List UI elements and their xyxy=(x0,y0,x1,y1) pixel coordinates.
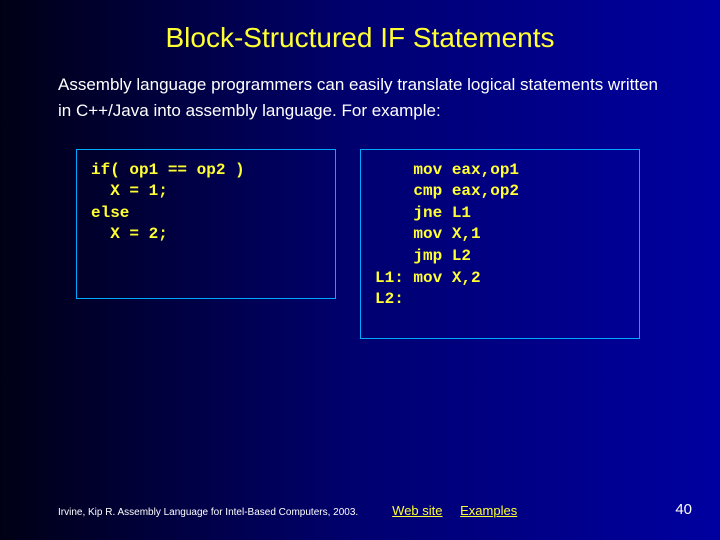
slide-title: Block-Structured IF Statements xyxy=(0,0,720,72)
code-box-highlevel: if( op1 == op2 ) X = 1; else X = 2; xyxy=(76,149,336,299)
footer-links: Web site Examples xyxy=(358,503,517,518)
body-paragraph: Assembly language programmers can easily… xyxy=(0,72,720,125)
footer: Irvine, Kip R. Assembly Language for Int… xyxy=(0,503,720,518)
link-examples[interactable]: Examples xyxy=(460,503,517,518)
page-number: 40 xyxy=(675,501,692,518)
code-box-assembly: mov eax,op1 cmp eax,op2 jne L1 mov X,1 j… xyxy=(360,149,640,339)
link-website[interactable]: Web site xyxy=(392,503,442,518)
footer-credit: Irvine, Kip R. Assembly Language for Int… xyxy=(0,507,358,518)
code-boxes-row: if( op1 == op2 ) X = 1; else X = 2; mov … xyxy=(0,125,720,339)
slide: Block-Structured IF Statements Assembly … xyxy=(0,0,720,540)
